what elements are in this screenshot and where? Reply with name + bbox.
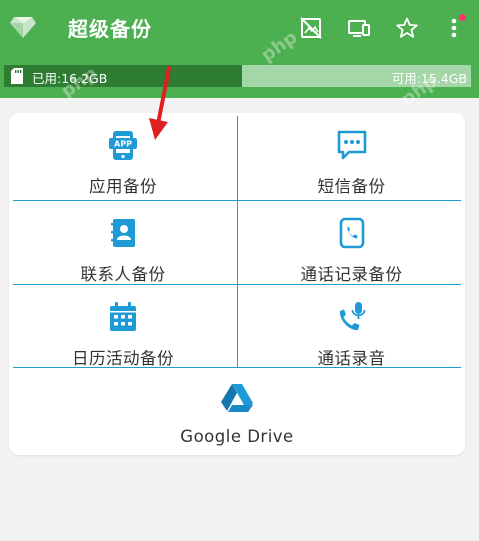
storage-panel: 已用:16.2GB 可用:15.4GB xyxy=(0,56,479,98)
menu-item-call-log-backup[interactable]: 通话记录备份 xyxy=(238,201,465,284)
app-backup-icon: APP xyxy=(106,128,140,162)
sms-backup-icon xyxy=(335,128,369,162)
app-bar: 超级备份 xyxy=(0,0,479,56)
notification-dot xyxy=(459,14,466,21)
menu-item-google-drive[interactable]: Google Drive xyxy=(9,368,465,455)
annotation-arrow-icon xyxy=(148,66,180,142)
menu-item-label: Google Drive xyxy=(180,427,294,446)
call-recording-icon xyxy=(335,300,369,334)
sd-card-icon xyxy=(10,68,24,84)
no-screenshot-icon[interactable] xyxy=(299,16,323,40)
menu-item-label: 联系人备份 xyxy=(80,265,166,284)
menu-item-app-backup[interactable]: APP 应用备份 xyxy=(9,113,237,200)
menu-item-calendar-backup[interactable]: 日历活动备份 xyxy=(9,285,237,368)
menu-item-label: 通话记录备份 xyxy=(300,265,403,284)
backup-menu-card: APP 应用备份 短信备份 联系人备份 通话记录备份 日历活动备份 通话录音 G… xyxy=(9,113,465,455)
star-icon[interactable] xyxy=(395,16,419,40)
menu-item-label: 短信备份 xyxy=(317,177,386,196)
call-log-backup-icon xyxy=(335,216,369,250)
contacts-backup-icon xyxy=(106,216,140,250)
more-vert-icon[interactable] xyxy=(444,14,466,40)
google-drive-icon xyxy=(220,381,254,415)
menu-item-sms-backup[interactable]: 短信备份 xyxy=(238,113,465,200)
svg-text:APP: APP xyxy=(114,140,132,149)
app-title: 超级备份 xyxy=(68,17,152,41)
storage-free-label: 可用:15.4GB xyxy=(391,71,467,86)
menu-item-contacts-backup[interactable]: 联系人备份 xyxy=(9,201,237,284)
storage-bar: 已用:16.2GB 可用:15.4GB xyxy=(4,65,471,87)
cast-screen-icon[interactable] xyxy=(347,16,371,40)
menu-item-call-recording[interactable]: 通话录音 xyxy=(238,285,465,368)
calendar-backup-icon xyxy=(106,300,140,334)
storage-used-label: 已用:16.2GB xyxy=(32,71,108,86)
menu-item-label: 应用备份 xyxy=(89,177,157,196)
menu-item-label: 通话录音 xyxy=(317,349,386,368)
diamond-logo-icon xyxy=(10,15,36,39)
menu-item-label: 日历活动备份 xyxy=(72,349,174,368)
